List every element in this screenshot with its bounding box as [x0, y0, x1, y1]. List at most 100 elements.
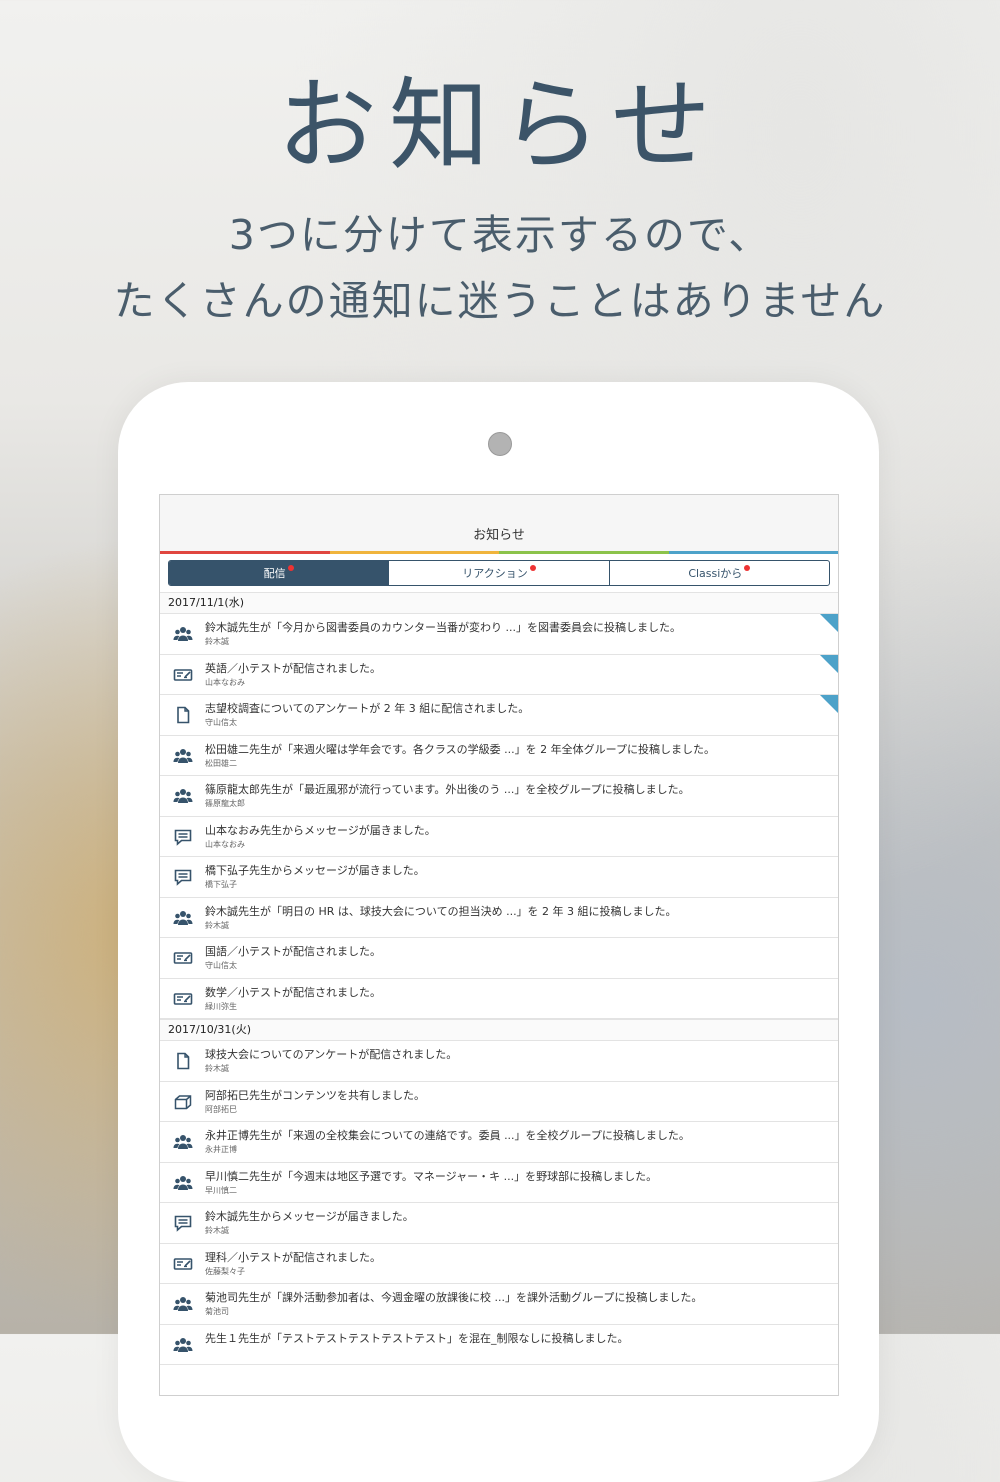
group-icon [173, 1173, 193, 1193]
notification-row[interactable]: 菊池司先生が「課外活動参加者は、今週金曜の放課後に校 ...」を課外活動グループ… [160, 1284, 838, 1325]
notification-author: 鈴木誠 [205, 637, 229, 646]
tab-bar: 配信 リアクション Classiから [160, 554, 838, 592]
notification-author: 佐藤梨々子 [205, 1266, 245, 1276]
app-screen: お知らせ 配信 リアクション Classiから 2017/11/1(水) 鈴木誠先生が… [159, 494, 839, 1396]
notification-row[interactable]: 松田雄二先生が「来週火曜は学年会です。各クラスの学級委 ...」を 2 年全体グ… [160, 736, 838, 776]
group-icon [173, 908, 193, 928]
notification-row[interactable]: 篠原龍太郎先生が「最近風邪が流行っています。外出後のう ...」を全校グループに… [160, 776, 838, 817]
group-icon [173, 1132, 193, 1152]
notification-row[interactable]: 数学／小テストが配信されました。緑川弥生 [160, 979, 838, 1019]
quiz-icon [173, 1254, 193, 1274]
group-icon [173, 746, 193, 766]
notification-title: 球技大会についてのアンケートが配信されました。 [205, 1048, 458, 1061]
unread-badge [744, 565, 751, 571]
unread-marker [820, 695, 838, 713]
rainbow-segment [668, 551, 838, 554]
tablet-frame: お知らせ 配信 リアクション Classiから 2017/11/1(水) 鈴木誠先生が… [118, 382, 879, 1482]
notification-row[interactable]: 国語／小テストが配信されました。守山信太 [160, 938, 838, 979]
notification-title: 永井正博先生が「来週の全校集会についての連絡です。委員 ...」を全校グループに… [205, 1129, 690, 1142]
notification-title: 国語／小テストが配信されました。 [205, 945, 381, 958]
notification-title: 山本なおみ先生からメッセージが届きました。 [205, 823, 436, 837]
message-icon [173, 867, 193, 887]
date-header: 2017/11/1(水) [160, 592, 838, 614]
notification-title: 数学／小テストが配信されました。 [205, 985, 381, 999]
rainbow-segment [329, 551, 499, 554]
notification-title: 松田雄二先生が「来週火曜は学年会です。各クラスの学級委 ...」を 2 年全体グ… [205, 742, 715, 756]
notification-author: 守山信太 [205, 718, 237, 727]
notification-row[interactable]: 理科／小テストが配信されました。佐藤梨々子 [160, 1244, 838, 1284]
notification-title: 鈴木誠先生が「明日の HR は、球技大会についての担当決め ...」を 2 年 … [205, 904, 677, 918]
tab-label: リアクション [462, 567, 528, 580]
document-icon [173, 705, 193, 725]
notification-author: 早川慎二 [205, 1185, 237, 1195]
notification-row[interactable]: 志望校調査についてのアンケートが 2 年 3 組に配信されました。守山信太 [160, 695, 838, 736]
notification-row[interactable]: 阿部拓巳先生がコンテンツを共有しました。阿部拓巳 [160, 1082, 838, 1122]
message-icon [173, 1213, 193, 1233]
notification-author: 松田雄二 [205, 758, 237, 768]
notification-author: 篠原龍太郎 [205, 799, 245, 808]
notification-title: 阿部拓巳先生がコンテンツを共有しました。 [205, 1088, 425, 1102]
notification-row[interactable]: 球技大会についてのアンケートが配信されました。鈴木誠 [160, 1041, 838, 1082]
notification-title: 英語／小テストが配信されました。 [205, 661, 381, 675]
tab-haishin[interactable]: 配信 [169, 561, 390, 585]
notification-row[interactable]: 英語／小テストが配信されました。山本なおみ [160, 654, 838, 695]
navigation-bar: お知らせ [160, 495, 838, 551]
notification-row[interactable]: 先生１先生が「テストテストテストテストテスト」を混在_制限なしに投稿しました。 [160, 1325, 838, 1365]
notification-author: 永井正博 [205, 1145, 237, 1154]
quiz-icon [173, 989, 193, 1009]
page-title: お知らせ [473, 528, 525, 543]
notification-title: 篠原龍太郎先生が「最近風邪が流行っています。外出後のう ...」を全校グループに… [205, 783, 690, 796]
notification-list[interactable]: 2017/11/1(水) 鈴木誠先生が「今月から図書委員のカウンター当番が変わり … [160, 592, 838, 1365]
notification-title: 早川慎二先生が「今週末は地区予選です。マネージャー・キ ...」を野球部に投稿し… [205, 1169, 658, 1183]
notification-row[interactable]: 鈴木誠先生が「今月から図書委員のカウンター当番が変わり ...」を図書委員会に投… [160, 614, 838, 655]
segmented-control: 配信 リアクション Classiから [168, 560, 830, 586]
rainbow-segment [160, 551, 330, 554]
rainbow-divider [160, 551, 838, 554]
group-icon [173, 624, 193, 644]
notification-author: 守山信太 [205, 961, 237, 970]
notification-row[interactable]: 永井正博先生が「来週の全校集会についての連絡です。委員 ...」を全校グループに… [160, 1122, 838, 1163]
tab-classi[interactable]: Classiから [610, 561, 829, 585]
notification-title: 理科／小テストが配信されました。 [205, 1250, 381, 1264]
quiz-icon [173, 948, 193, 968]
document-icon [173, 1051, 193, 1071]
promo-subtitle-line-1: 3つに分けて表示するので、 [228, 211, 772, 259]
rainbow-segment [499, 551, 669, 554]
notification-author: 山本なおみ [205, 839, 245, 849]
group-icon [173, 1335, 193, 1355]
notification-author: 鈴木誠 [205, 1064, 229, 1073]
date-header: 2017/10/31(火) [160, 1019, 838, 1041]
tab-reaction[interactable]: リアクション [389, 561, 610, 585]
promo-headline: お知らせ [277, 67, 723, 184]
notification-author: 山本なおみ [205, 677, 245, 687]
notification-row[interactable]: 鈴木誠先生からメッセージが届きました。鈴木誠 [160, 1203, 838, 1244]
group-icon [173, 1294, 193, 1314]
notification-row[interactable]: 山本なおみ先生からメッセージが届きました。山本なおみ [160, 817, 838, 857]
promo-subtitle-line-2: たくさんの通知に迷うことはありません [113, 277, 887, 325]
unread-marker [820, 654, 838, 673]
notification-title: 橋下弘子先生からメッセージが届きました。 [205, 864, 425, 877]
unread-badge [529, 565, 536, 571]
tab-label: Classiから [688, 567, 743, 580]
notification-title: 鈴木誠先生が「今月から図書委員のカウンター当番が変わり ...」を図書委員会に投… [205, 621, 681, 634]
message-icon [173, 827, 193, 847]
notification-author: 菊池司 [205, 1307, 229, 1316]
notification-author: 鈴木誠 [205, 920, 229, 930]
notification-title: 鈴木誠先生からメッセージが届きました。 [205, 1210, 414, 1223]
unread-marker [820, 614, 838, 632]
notification-author: 阿部拓巳 [205, 1104, 237, 1114]
notification-title: 志望校調査についてのアンケートが 2 年 3 組に配信されました。 [205, 702, 530, 715]
notification-row[interactable]: 橋下弘子先生からメッセージが届きました。橋下弘子 [160, 857, 838, 898]
notification-author: 緑川弥生 [205, 1001, 237, 1011]
box-icon [173, 1092, 193, 1112]
group-icon [173, 786, 193, 806]
tab-label: 配信 [263, 567, 286, 580]
unread-badge [287, 565, 294, 571]
notification-title: 先生１先生が「テストテストテストテストテスト」を混在_制限なしに投稿しました。 [205, 1331, 629, 1345]
notification-author: 橋下弘子 [205, 880, 237, 889]
notification-row[interactable]: 早川慎二先生が「今週末は地区予選です。マネージャー・キ ...」を野球部に投稿し… [160, 1163, 838, 1203]
notification-title: 菊池司先生が「課外活動参加者は、今週金曜の放課後に校 ...」を課外活動グループ… [205, 1291, 703, 1304]
notification-author: 鈴木誠 [205, 1226, 229, 1235]
notification-row[interactable]: 鈴木誠先生が「明日の HR は、球技大会についての担当決め ...」を 2 年 … [160, 898, 838, 938]
camera-icon [488, 432, 512, 456]
